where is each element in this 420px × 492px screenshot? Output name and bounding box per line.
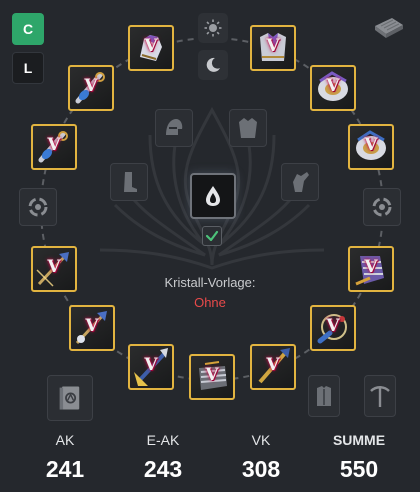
- torso-icon: [317, 386, 331, 406]
- tray-icon[interactable]: [372, 14, 406, 40]
- boots-slot[interactable]: [110, 163, 148, 201]
- moon-button[interactable]: [198, 50, 228, 80]
- crystal-template-label: Kristall-Vorlage:: [164, 275, 256, 290]
- circle-arrows-icon: [372, 197, 392, 217]
- equipment-slot-lower-left[interactable]: V: [69, 305, 115, 351]
- glaive-icon: [258, 348, 290, 384]
- tome-slot[interactable]: [47, 375, 93, 421]
- bracelet-icon: [75, 72, 105, 104]
- pickaxe-icon: [370, 386, 390, 407]
- pickaxe-slot[interactable]: [364, 375, 396, 417]
- torso-slot[interactable]: [308, 375, 340, 417]
- gauntlet-icon: [355, 256, 384, 286]
- helmet-icon: [166, 119, 183, 135]
- helmet-slot[interactable]: [155, 109, 193, 147]
- crystal-icon: [206, 186, 220, 206]
- belt-icon: [317, 314, 347, 344]
- glaive-icon: [75, 311, 107, 345]
- equipment-slot-mid-right[interactable]: V: [348, 124, 394, 170]
- right-special-slot[interactable]: [363, 188, 401, 226]
- left-special-slot[interactable]: [19, 188, 57, 226]
- gloves-icon: [140, 35, 162, 61]
- crystal-template-value: Ohne: [194, 295, 226, 310]
- equipment-slot-bottom-right[interactable]: V: [250, 344, 296, 390]
- crystal-slot[interactable]: [190, 173, 236, 219]
- equipment-slot-upper-right[interactable]: V: [310, 65, 356, 111]
- glaive-icon: [134, 348, 168, 386]
- equipment-slot-left-lower[interactable]: V: [31, 246, 77, 292]
- mode-l-button[interactable]: L: [12, 52, 44, 84]
- gauntlet-icon: [199, 361, 227, 390]
- chest-armor-icon: [239, 118, 257, 138]
- gloves-icon: [293, 172, 309, 192]
- boots-icon: [124, 172, 137, 192]
- equipment-slot-bottom-center[interactable]: V: [189, 354, 235, 400]
- shield-icon: [318, 71, 348, 101]
- stat-eak-label: E-AK: [146, 432, 180, 448]
- moon-icon: [206, 57, 220, 72]
- mode-c-button[interactable]: C: [12, 13, 44, 45]
- chest-armor-icon: [260, 33, 286, 61]
- equipment-slot-upper-left[interactable]: V: [68, 65, 114, 111]
- equipment-slot-top-left[interactable]: V: [128, 25, 174, 71]
- equipment-panel: C L V V V V V V V V V V V V V Kristall-V…: [0, 0, 420, 492]
- gloves-slot[interactable]: [281, 163, 319, 201]
- stat-total-value: 550: [339, 456, 379, 482]
- check-icon: [205, 230, 219, 242]
- stat-vk-value: 308: [241, 456, 281, 482]
- stat-ak-label: AK: [55, 432, 75, 448]
- crystal-checkbox[interactable]: [202, 226, 222, 246]
- circle-arrows-icon: [28, 197, 48, 217]
- equipment-slot-right-lower[interactable]: V: [348, 246, 394, 292]
- equipment-slot-top-right[interactable]: V: [250, 25, 296, 71]
- equipment-slot-bottom-left[interactable]: V: [128, 344, 174, 390]
- sun-button[interactable]: [198, 13, 228, 43]
- glaive-icon: [36, 252, 69, 287]
- stat-total-label: SUMME: [332, 432, 386, 448]
- shield-icon: [356, 130, 386, 160]
- stat-eak-value: 243: [143, 456, 183, 482]
- sun-icon: [204, 19, 222, 37]
- equipment-slot-lower-right[interactable]: V: [310, 305, 356, 351]
- bracelet-icon: [38, 131, 68, 163]
- chest-slot[interactable]: [229, 109, 267, 147]
- tome-icon: [59, 386, 80, 410]
- stat-ak-value: 241: [45, 456, 85, 482]
- stat-vk-label: VK: [251, 432, 271, 448]
- equipment-slot-mid-left[interactable]: V: [31, 124, 77, 170]
